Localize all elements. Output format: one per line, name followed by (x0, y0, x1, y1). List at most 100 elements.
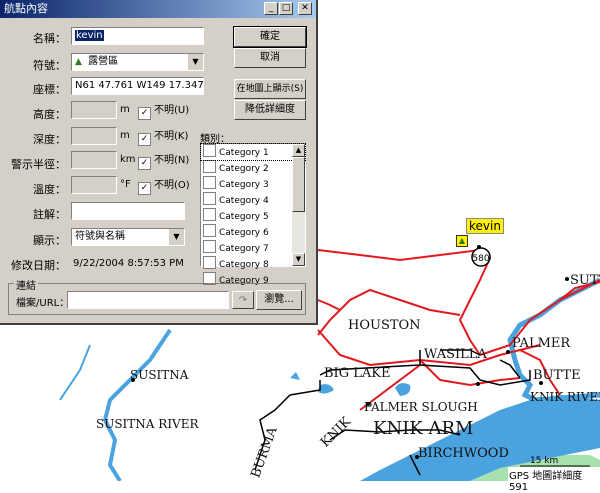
altitude-unknown-checkbox[interactable]: ✓ 不明(U) (138, 104, 189, 120)
scroll-up-icon[interactable]: ▲ (292, 144, 305, 157)
modified-date-label: 修改日期： (11, 259, 66, 272)
map-label-wasilla: WASILLA (424, 347, 487, 362)
checkbox-icon[interactable] (203, 160, 216, 173)
name-label: 名稱： (33, 32, 66, 45)
name-value: kevin (75, 30, 104, 41)
alarm-unknown-checkbox[interactable]: ✓ 不明(N) (138, 154, 189, 170)
checkbox-icon[interactable] (203, 192, 216, 205)
category-item[interactable]: Category 6 (201, 224, 305, 240)
map-label-palmer-slough: PALMER SLOUGH (364, 400, 478, 414)
category-item[interactable]: Category 3 (201, 176, 305, 192)
category-item[interactable]: Category 7 (201, 240, 305, 256)
category-item[interactable]: Category 1 (200, 143, 306, 161)
coord-field[interactable]: N61 47.761 W149 17.347 (71, 77, 204, 95)
altitude-unknown-label: 不明(U) (154, 105, 190, 116)
temperature-unknown-checkbox[interactable]: ✓ 不明(O) (138, 179, 190, 195)
dialog-titlebar[interactable]: 航點內容 _ □ ✕ (0, 0, 316, 18)
checkbox-icon[interactable] (203, 144, 216, 157)
checkbox-icon[interactable] (203, 224, 216, 237)
category-item-label: Category 6 (219, 228, 269, 238)
minimize-icon[interactable]: _ (264, 2, 278, 15)
temperature-label: 溫度： (33, 183, 66, 196)
town-dot (565, 277, 569, 281)
check-icon: ✓ (138, 157, 151, 170)
lake-3 (290, 372, 300, 380)
category-list[interactable]: Category 1 Category 2 Category 3 Category 4… (200, 143, 306, 286)
road-north (317, 248, 492, 356)
map-label-houston: HOUSTON (348, 318, 421, 333)
depth-unknown-checkbox[interactable]: ✓ 不明(K) (138, 130, 188, 146)
category-scrollbar[interactable]: ▲ ▼ (292, 144, 305, 266)
category-item[interactable]: Category 5 (201, 208, 305, 224)
depth-unknown-label: 不明(K) (154, 131, 189, 142)
map-label-susitna: SUSITNA (130, 368, 189, 382)
browse-button[interactable]: 瀏覽... (256, 290, 302, 310)
checkbox-icon[interactable] (203, 176, 216, 189)
map-label-palmer: PALMER (512, 336, 571, 351)
temperature-field[interactable] (71, 176, 117, 194)
dialog-title: 航點內容 (4, 2, 48, 15)
map-label-knik-river: KNIK RIVER (530, 390, 600, 404)
show-on-map-button[interactable]: 在地圖上顯示(S) (234, 79, 306, 99)
route-shield-label: 580 (472, 254, 489, 264)
susitna-river-water-2 (59, 344, 91, 401)
map-label-susitna-river: SUSITNA RIVER (96, 417, 199, 431)
check-icon: ✓ (138, 133, 151, 146)
display-label: 顯示： (33, 234, 66, 247)
close-icon[interactable]: ✕ (298, 2, 312, 15)
reduce-detail-button[interactable]: 降低詳細度 (234, 100, 306, 120)
comment-label: 註解： (33, 208, 66, 221)
link-group-title: 連結 (14, 277, 38, 292)
file-url-label: 檔案/URL： (16, 298, 70, 309)
map-label-knik-arm: KNIK ARM (373, 418, 474, 439)
scroll-down-icon[interactable]: ▼ (292, 253, 305, 266)
file-url-field[interactable] (67, 291, 229, 309)
altitude-field[interactable] (71, 101, 117, 119)
chevron-down-icon[interactable]: ▼ (187, 54, 203, 70)
category-item-label: Category 7 (219, 244, 269, 254)
coord-label: 座標： (33, 83, 66, 96)
maximize-icon[interactable]: □ (279, 2, 293, 15)
category-item-label: Category 2 (219, 164, 269, 174)
lake (395, 383, 411, 396)
category-item[interactable]: Category 8 (201, 256, 305, 272)
category-item[interactable]: Category 2 (201, 160, 305, 176)
symbol-value: 露營區 (88, 56, 119, 67)
campground-icon[interactable]: ▲ (456, 235, 468, 247)
chevron-down-icon[interactable]: ▼ (168, 229, 184, 245)
cancel-button[interactable]: 取消 (234, 48, 306, 68)
scroll-thumb[interactable] (292, 157, 305, 212)
symbol-select[interactable]: ▲ 露營區 ▼ (71, 53, 204, 71)
depth-unit: m (120, 130, 130, 141)
town-dot (476, 382, 480, 386)
category-item-label: Category 8 (219, 260, 269, 270)
ok-button[interactable]: 確定 (233, 26, 307, 48)
symbol-label: 符號： (33, 59, 66, 72)
waypoint-dot (477, 245, 481, 249)
checkbox-icon[interactable] (203, 256, 216, 269)
waypoint-properties-dialog: 航點內容 _ □ ✕ 名稱： kevin 符號： ▲ 露營區 ▼ 座標： N61… (0, 0, 318, 325)
category-item[interactable]: Category 4 (201, 192, 305, 208)
check-icon: ✓ (138, 182, 151, 195)
category-item-label: Category 4 (219, 196, 269, 206)
waypoint-label[interactable]: kevin (466, 218, 504, 234)
alarm-radius-field[interactable] (71, 151, 117, 169)
depth-label: 深度： (33, 133, 66, 146)
checkbox-icon[interactable] (203, 208, 216, 221)
temperature-unknown-label: 不明(O) (154, 180, 190, 191)
scale-text: 15 km (530, 456, 559, 466)
modified-date-value: 9/22/2004 8:57:53 PM (73, 258, 184, 269)
town-dot (506, 350, 510, 354)
altitude-label: 高度： (33, 108, 66, 121)
depth-field[interactable] (71, 127, 117, 145)
name-field[interactable]: kevin (71, 27, 204, 45)
susitna-river-water (102, 328, 172, 481)
display-value: 符號與名稱 (75, 231, 125, 242)
display-select[interactable]: 符號與名稱 ▼ (71, 228, 185, 246)
comment-field[interactable] (71, 202, 185, 220)
campground-icon: ▲ (75, 57, 82, 67)
open-link-button[interactable]: ↷ (232, 291, 254, 309)
category-item-label: Category 5 (219, 212, 269, 222)
checkbox-icon[interactable] (203, 240, 216, 253)
alarm-radius-label: 警示半徑： (11, 158, 66, 171)
